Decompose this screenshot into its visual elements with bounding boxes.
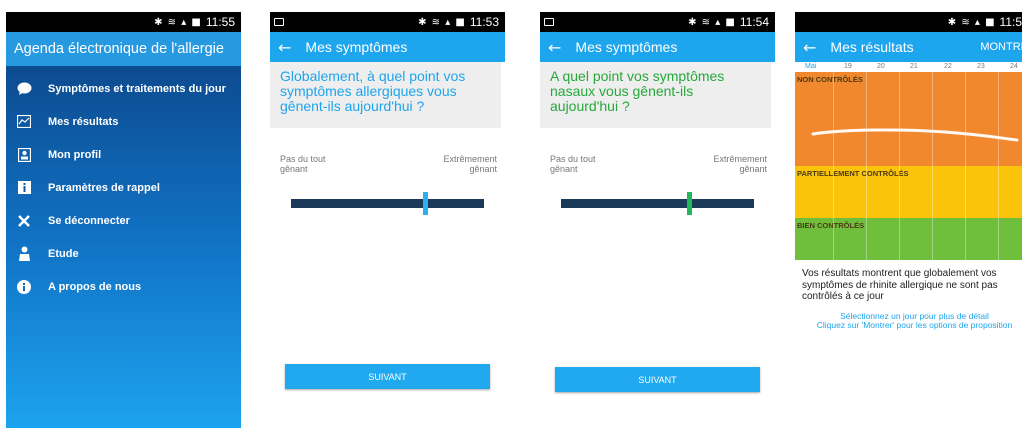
scale-min-label: Pas du tout gênant: [280, 154, 326, 174]
close-icon: [16, 213, 32, 229]
day-label[interactable]: 22: [944, 63, 952, 70]
question-text: A quel point vos symptômes nasaux vous g…: [540, 62, 771, 128]
app-bar: ← Mes symptômes: [270, 32, 505, 62]
day-label[interactable]: 21: [910, 63, 918, 70]
app-bar: ← Mes résultats MONTRE: [795, 32, 1022, 62]
menu-item-profil[interactable]: Mon profil: [6, 138, 241, 171]
show-action-button[interactable]: MONTRE: [980, 41, 1022, 53]
app-title: Agenda électronique de l'allergie: [14, 41, 224, 57]
speech-bubble-icon: [16, 81, 32, 97]
next-button[interactable]: SUIVANT: [555, 367, 760, 392]
person-icon: [16, 246, 32, 262]
day-label[interactable]: 23: [977, 63, 985, 70]
menu-item-etude[interactable]: Etude: [6, 237, 241, 270]
scale-min-label: Pas du tout gênant: [550, 154, 596, 174]
day-label[interactable]: 19: [844, 63, 852, 70]
menu-item-deconnecter[interactable]: Se déconnecter: [6, 204, 241, 237]
help-text: Sélectionnez un jour pour plus de détail…: [795, 311, 1022, 331]
menu-item-label: A propos de nous: [48, 280, 142, 293]
next-button[interactable]: SUIVANT: [285, 364, 490, 389]
menu-screen: ✱ ≋ ▴ ■ 11:55 Agenda électronique de l'a…: [6, 12, 241, 428]
app-bar: ← Mes symptômes: [540, 32, 775, 62]
status-time: 11:54: [739, 15, 769, 29]
slider-thumb[interactable]: [423, 192, 428, 215]
menu-item-label: Etude: [48, 247, 79, 260]
info-circle-icon: [16, 279, 32, 295]
chart-icon: [16, 114, 32, 130]
day-label[interactable]: Mai: [805, 63, 816, 70]
menu-item-label: Se déconnecter: [48, 214, 130, 227]
menu-item-label: Mes résultats: [48, 115, 119, 128]
image-notification-icon: [544, 18, 554, 26]
status-bar: ✱ ≋ ▴ ■ 11:53: [270, 12, 505, 32]
slider-scale-labels: Pas du tout gênant Extrêmement gênant: [270, 154, 505, 174]
menu-item-rappel[interactable]: Paramètres de rappel: [6, 171, 241, 204]
scale-max-label: Extrêmement gênant: [713, 154, 767, 174]
scale-max-label: Extrêmement gênant: [443, 154, 497, 174]
screen-title: Mes symptômes: [305, 39, 408, 55]
symptoms-screen-general: ✱ ≋ ▴ ■ 11:53 ← Mes symptômes Globalemen…: [270, 12, 505, 428]
status-icons: ✱ ≋ ▴ ■: [154, 16, 202, 28]
status-bar: ✱ ≋ ▴ ■ 11:55: [6, 12, 241, 32]
status-icons: ✱ ≋ ▴ ■: [688, 16, 736, 28]
menu-item-symptomes[interactable]: Symptômes et traitements du jour: [6, 72, 241, 105]
results-trend-line: [811, 128, 1019, 142]
symptoms-screen-nasal: ✱ ≋ ▴ ■ 11:54 ← Mes symptômes A quel poi…: [540, 12, 775, 428]
day-label[interactable]: 24: [1010, 63, 1018, 70]
results-chart[interactable]: NON CONTRÔLÉS PARTIELLEMENT CONTRÔLÉS BI…: [795, 72, 1022, 260]
status-bar: ✱ ≋ ▴ ■ 11:5: [795, 12, 1022, 32]
info-square-icon: [16, 180, 32, 196]
slider-scale-labels: Pas du tout gênant Extrêmement gênant: [540, 154, 775, 174]
menu-item-label: Symptômes et traitements du jour: [48, 82, 226, 95]
app-title-bar: Agenda électronique de l'allergie: [6, 32, 241, 66]
menu-item-resultats[interactable]: Mes résultats: [6, 105, 241, 138]
back-arrow-icon[interactable]: ←: [278, 38, 291, 57]
image-notification-icon: [274, 18, 284, 26]
status-icons: ✱ ≋ ▴ ■: [418, 16, 466, 28]
status-time: 11:5: [999, 15, 1022, 29]
day-label[interactable]: 20: [877, 63, 885, 70]
status-bar: ✱ ≋ ▴ ■ 11:54: [540, 12, 775, 32]
slider-track[interactable]: [291, 199, 484, 208]
slider-thumb[interactable]: [687, 192, 692, 215]
screen-title: Mes symptômes: [575, 39, 678, 55]
menu-item-label: Paramètres de rappel: [48, 181, 160, 194]
slider-track[interactable]: [561, 199, 754, 208]
status-time: 11:55: [205, 15, 235, 29]
back-arrow-icon[interactable]: ←: [803, 38, 816, 57]
menu-item-apropos[interactable]: A propos de nous: [6, 270, 241, 303]
help-line: Cliquez sur 'Montrer' pour les options d…: [816, 320, 1013, 330]
status-icons: ✱ ≋ ▴ ■: [947, 16, 996, 28]
nav-menu: Symptômes et traitements du jour Mes rés…: [6, 66, 241, 303]
question-text: Globalement, à quel point vos symptômes …: [270, 62, 501, 128]
screen-title: Mes résultats: [830, 39, 914, 55]
back-arrow-icon[interactable]: ←: [548, 38, 561, 57]
results-screen: ✱ ≋ ▴ ■ 11:5 ← Mes résultats MONTRE Mai …: [795, 12, 1022, 428]
profile-card-icon: [16, 147, 32, 163]
day-axis: Mai 19 20 21 22 23 24: [795, 62, 1022, 72]
menu-item-label: Mon profil: [48, 148, 102, 161]
results-summary: Vos résultats montrent que globalement v…: [802, 268, 998, 302]
status-time: 11:53: [469, 15, 499, 29]
